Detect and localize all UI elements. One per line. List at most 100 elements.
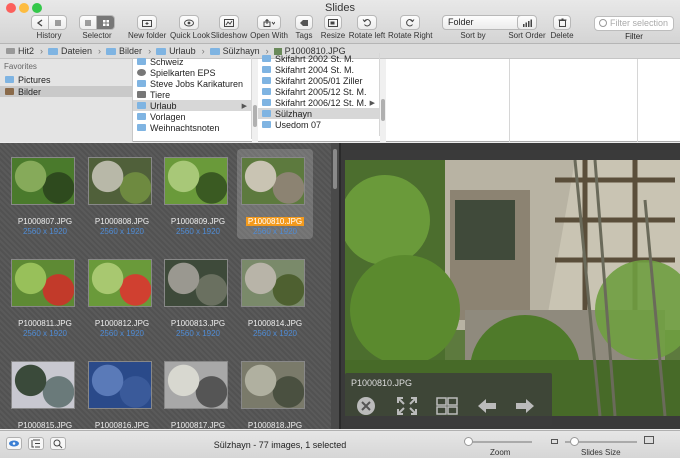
close-preview-button[interactable]	[355, 395, 381, 419]
list-item[interactable]: Spielkarten EPS	[133, 67, 251, 78]
delete-label: Delete	[550, 31, 574, 40]
breadcrumb-item[interactable]: Urlaub	[156, 46, 196, 56]
preview-pane: P1000810.JPG	[339, 143, 680, 429]
list-item[interactable]: Vorlagen	[133, 111, 251, 122]
thumbnail-item[interactable]: P1000813.JPG 2560 x 1920	[160, 251, 236, 341]
list-item[interactable]: Skifahrt 2006/12 St. M. ▶	[258, 97, 379, 108]
selector-label: Selector	[82, 31, 112, 40]
zoom-slider-knob[interactable]	[464, 437, 473, 446]
preview-filename: P1000810.JPG	[351, 378, 413, 388]
thumbnail-image	[241, 259, 305, 307]
thumbnail-dimensions: 2560 x 1920	[252, 227, 298, 236]
thumbnail-dimensions: 2560 x 1920	[99, 227, 145, 236]
breadcrumb-item[interactable]: Bilder	[106, 46, 142, 56]
preview-toggle-button[interactable]	[6, 437, 22, 450]
sidebar-item-pictures[interactable]: Pictures	[0, 74, 132, 85]
grid-view-button[interactable]	[97, 15, 115, 30]
list-item[interactable]: Steve Jobs Karikaturen	[133, 78, 251, 89]
rotate-left-button[interactable]	[357, 15, 377, 30]
resize-label: Resize	[320, 31, 346, 40]
empty-column	[510, 59, 638, 142]
thumbnail-item[interactable]: P1000810.JPG 2560 x 1920	[237, 149, 313, 239]
slides-size-knob[interactable]	[570, 437, 579, 446]
fullscreen-button[interactable]	[395, 395, 421, 419]
gear-icon	[137, 69, 146, 76]
zoom-slider[interactable]	[468, 441, 532, 443]
chevron-right-icon: ›	[148, 46, 152, 56]
thumbnail-filename: P1000815.JPG	[17, 421, 73, 429]
folder-icon	[5, 76, 14, 83]
next-image-button[interactable]	[513, 395, 539, 419]
thumbnail-item[interactable]: P1000807.JPG 2560 x 1920	[7, 149, 83, 239]
list-view-button[interactable]	[79, 15, 97, 30]
quick-look-button[interactable]	[179, 15, 199, 30]
filter-input[interactable]: Filter selection	[594, 16, 674, 31]
list-icon	[54, 20, 61, 25]
open-with-control: Open With	[250, 15, 288, 43]
back-button[interactable]	[31, 15, 49, 30]
info-panel-button[interactable]	[28, 437, 44, 450]
tags-button[interactable]	[295, 15, 313, 30]
breadcrumb-item[interactable]: Sülzhayn	[209, 46, 260, 56]
chevron-left-icon	[36, 18, 43, 27]
list-item[interactable]: Urlaub ▶	[133, 100, 251, 111]
window-title: Slides	[325, 2, 355, 14]
sidebar-item-bilder[interactable]: Bilder	[0, 86, 132, 97]
thumbnail-item[interactable]: P1000814.JPG 2560 x 1920	[237, 251, 313, 341]
thumbnail-image	[241, 361, 305, 409]
folder-icon	[137, 58, 146, 65]
thumbnail-image	[11, 157, 75, 205]
grid-icon	[102, 19, 109, 26]
list-item[interactable]: Skifahrt 2004 St. M.	[258, 64, 379, 75]
chevron-right-icon: ›	[98, 46, 102, 56]
thumbnail-item[interactable]: P1000808.JPG 2560 x 1920	[84, 149, 160, 239]
tag-icon	[137, 91, 146, 98]
thumbnail-item[interactable]: P1000817.JPG	[160, 353, 236, 429]
thumbnail-item[interactable]: P1000818.JPG	[237, 353, 313, 429]
grid-scrollbar[interactable]	[331, 143, 339, 429]
thumbnail-dimensions: 2560 x 1920	[22, 227, 68, 236]
rotate-right-button[interactable]	[400, 15, 420, 30]
thumbnail-filename: P1000812.JPG	[94, 319, 150, 328]
thumbnail-item[interactable]: P1000809.JPG 2560 x 1920	[160, 149, 236, 239]
sort-by-control: Folder ⇕ Sort by	[442, 15, 530, 43]
list-item[interactable]: Tiere	[133, 89, 251, 100]
history-list-button[interactable]	[49, 15, 67, 30]
rotate-left-label: Rotate left	[348, 31, 386, 40]
resize-button[interactable]	[324, 15, 342, 30]
thumbnail-dimensions: 2560 x 1920	[252, 329, 298, 338]
list-item[interactable]: Skifahrt 2005/01 Ziller	[258, 75, 379, 86]
list-item[interactable]: Usedom 07	[258, 119, 379, 130]
list-item[interactable]: Sülzhayn	[258, 108, 379, 119]
previous-image-button[interactable]	[475, 395, 501, 419]
rotate-right-icon	[406, 19, 415, 27]
thumbnail-filename: P1000808.JPG	[94, 217, 150, 226]
thumbnail-item[interactable]: P1000816.JPG	[84, 353, 160, 429]
open-with-button[interactable]	[257, 15, 281, 30]
new-folder-label: New folder	[128, 31, 167, 40]
close-icon	[357, 397, 375, 415]
list-item[interactable]: Skifahrt 2002 St. M.	[258, 53, 379, 64]
thumbnail-image	[164, 259, 228, 307]
list-item[interactable]: Schweiz	[133, 56, 251, 67]
thumbnail-item[interactable]: P1000815.JPG	[7, 353, 83, 429]
breadcrumb-item[interactable]: Dateien	[48, 46, 92, 56]
folder-icon	[262, 99, 271, 106]
new-folder-button[interactable]	[137, 15, 157, 30]
sort-order-button[interactable]	[517, 15, 537, 30]
list-item[interactable]: Weihnachtsnoten	[133, 122, 251, 133]
thumbnail-item[interactable]: P1000812.JPG 2560 x 1920	[84, 251, 160, 341]
list-item[interactable]: Skifahrt 2005/12 St. M.	[258, 86, 379, 97]
rotate-right-control: Rotate Right	[388, 15, 432, 43]
filter-label: Filter	[625, 32, 643, 41]
delete-button[interactable]	[553, 15, 571, 30]
history-control: History	[30, 15, 68, 43]
slideshow-button[interactable]	[219, 15, 239, 30]
thumbnail-image	[164, 157, 228, 205]
magnify-button[interactable]	[50, 437, 66, 450]
breadcrumb-item[interactable]: Hit2	[6, 46, 34, 56]
thumbnail-item[interactable]: P1000811.JPG 2560 x 1920	[7, 251, 83, 341]
folder-icon	[137, 124, 146, 131]
grid-overview-button[interactable]	[435, 395, 461, 419]
drive-icon	[6, 48, 15, 54]
